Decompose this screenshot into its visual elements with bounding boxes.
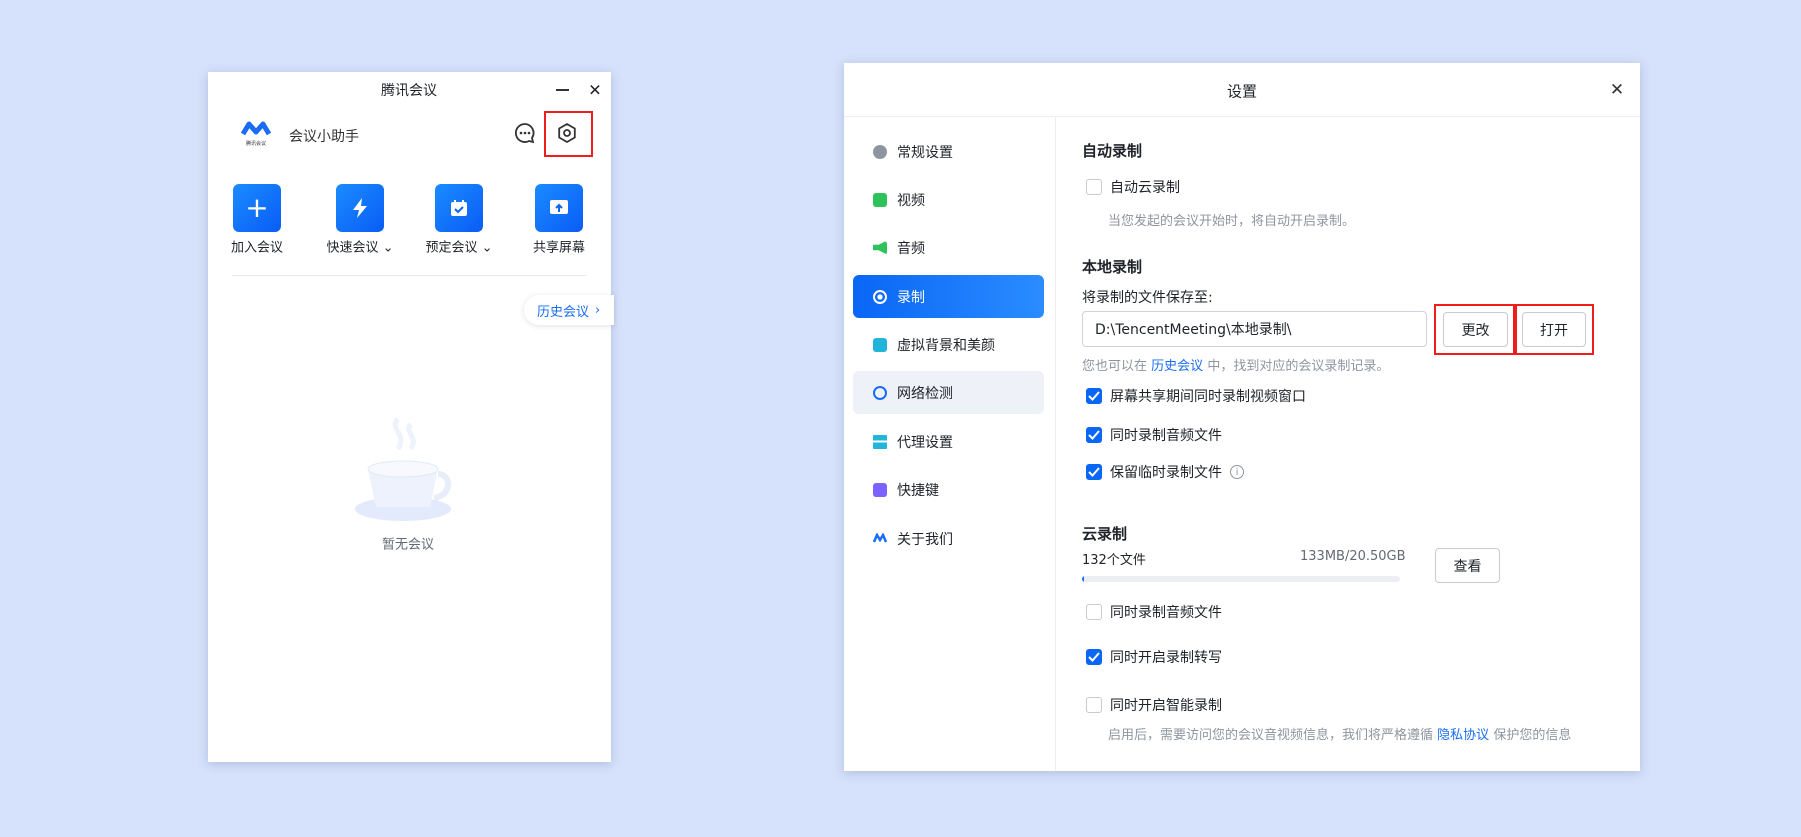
action-label: 共享屏幕 <box>532 240 586 256</box>
sidebar-item-proxy[interactable]: 代理设置 <box>853 420 1044 463</box>
checkbox-record-video-window[interactable]: 屏幕共享期间同时录制视频窗口 <box>1086 386 1306 406</box>
cloud-file-count: 132个文件 <box>1082 553 1146 568</box>
plus-icon[interactable]: + <box>233 184 281 232</box>
close-icon[interactable]: ✕ <box>1610 80 1624 100</box>
view-button[interactable]: 查看 <box>1435 548 1500 583</box>
keyboard-icon <box>873 482 887 497</box>
sidebar-divider <box>1055 117 1056 771</box>
checkbox-smart-record[interactable]: 同时开启智能录制 <box>1086 695 1222 715</box>
open-highlight <box>1515 304 1594 355</box>
section-heading: 本地录制 <box>1082 258 1143 276</box>
record-icon <box>873 289 887 304</box>
history-link[interactable]: 历史会议 <box>1151 359 1203 374</box>
save-path-input[interactable]: D:\TencentMeeting\本地录制\ <box>1082 311 1427 347</box>
action-label: 加入会议 <box>230 240 284 256</box>
assistant-label: 会议小助手 <box>289 129 359 145</box>
minimize-icon[interactable] <box>556 89 569 91</box>
header-divider <box>844 116 1640 117</box>
app-logo: 腾讯会议 <box>240 120 272 150</box>
sidebar-item-recording[interactable]: 录制 <box>853 275 1044 318</box>
empty-state-text: 暂无会议 <box>381 537 435 553</box>
cloud-usage: 133MB/20.50GB <box>1300 549 1406 564</box>
checkbox-keep-temp-files[interactable]: 保留临时录制文件 i <box>1086 462 1244 482</box>
speaker-icon <box>873 240 887 255</box>
checkbox-cloud-transcribe[interactable]: 同时开启录制转写 <box>1086 647 1222 667</box>
empty-cup-illustration <box>353 409 463 533</box>
section-heading: 自动录制 <box>1082 142 1143 160</box>
settings-highlight <box>544 111 593 157</box>
calendar-check-icon[interactable] <box>435 184 483 232</box>
smart-record-description: 启用后，需要访问您的会议音视频信息，我们将严格遵循 隐私协议 保护您的信息 <box>1108 728 1572 743</box>
description: 当您发起的会议开始时，将自动开启录制。 <box>1108 214 1356 229</box>
sidebar-item-shortcuts[interactable]: 快捷键 <box>853 468 1044 511</box>
gear-icon <box>873 144 887 159</box>
action-label: 预定会议 ⌄ <box>425 240 493 256</box>
cloud-usage-bar <box>1082 576 1400 582</box>
portrait-icon <box>873 337 887 352</box>
camera-icon <box>873 192 887 207</box>
section-heading: 云录制 <box>1082 525 1128 543</box>
sidebar-item-about[interactable]: 关于我们 <box>853 517 1044 560</box>
info-icon[interactable]: i <box>1230 465 1244 479</box>
chevron-down-icon: ⌄ <box>481 240 493 256</box>
settings-title: 设置 <box>1226 82 1258 101</box>
privacy-link[interactable]: 隐私协议 <box>1437 728 1489 743</box>
tencent-meeting-window: 腾讯会议 ✕ 腾讯会议 会议小助手 + 加入会议 快速会议 ⌄ 预定会议 ⌄ 共… <box>208 72 614 762</box>
window-title: 腾讯会议 <box>381 83 437 99</box>
checkbox-cloud-record-audio[interactable]: 同时录制音频文件 <box>1086 602 1222 622</box>
globe-icon <box>873 385 887 400</box>
cloud-usage-fill <box>1082 576 1085 582</box>
change-highlight <box>1434 304 1515 355</box>
close-icon[interactable]: ✕ <box>588 81 601 100</box>
history-hint: 您也可以在 历史会议 中，找到对应的会议录制记录。 <box>1082 359 1390 374</box>
history-meetings-button[interactable]: 历史会议 › <box>524 295 614 325</box>
chevron-down-icon: ⌄ <box>382 240 394 256</box>
chat-icon[interactable] <box>514 122 536 148</box>
settings-window: 设置 ✕ 常规设置 视频 音频 录制 虚拟背景和美颜 网络检测 代理设置 快捷键… <box>844 63 1640 771</box>
checkbox-auto-cloud-record[interactable]: 自动云录制 <box>1086 177 1180 197</box>
network-icon <box>873 434 887 449</box>
sidebar-item-audio[interactable]: 音频 <box>853 226 1044 269</box>
action-label: 快速会议 ⌄ <box>326 240 394 256</box>
sidebar-item-video[interactable]: 视频 <box>853 178 1044 221</box>
lightning-icon[interactable] <box>336 184 384 232</box>
share-screen-icon[interactable] <box>535 184 583 232</box>
sidebar-item-general[interactable]: 常规设置 <box>853 130 1044 173</box>
checkbox-record-audio-file[interactable]: 同时录制音频文件 <box>1086 425 1222 445</box>
chevron-right-icon: › <box>595 302 601 318</box>
divider <box>232 275 586 276</box>
logo-icon <box>872 531 888 547</box>
sidebar-item-network-test[interactable]: 网络检测 <box>853 371 1044 414</box>
sidebar-item-virtual-background[interactable]: 虚拟背景和美颜 <box>853 323 1044 366</box>
save-path-label: 将录制的文件保存至: <box>1082 290 1213 306</box>
